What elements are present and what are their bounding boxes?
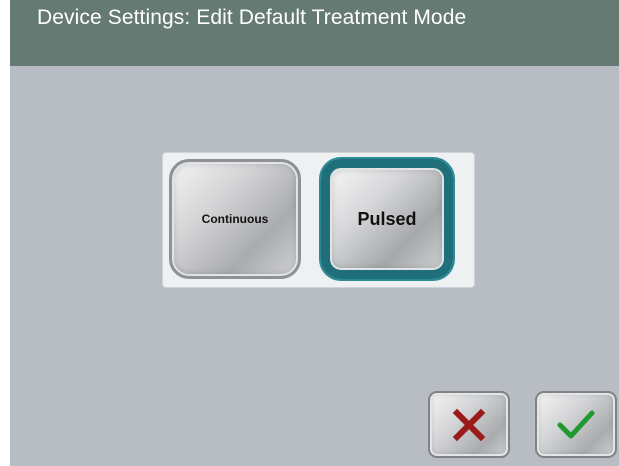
treatment-mode-selector: Continuous Pulsed xyxy=(162,152,475,288)
screen: Device Settings: Edit Default Treatment … xyxy=(10,0,619,466)
confirm-button[interactable] xyxy=(535,391,617,458)
checkmark-icon xyxy=(557,410,595,438)
continuous-mode-button[interactable]: Continuous xyxy=(169,159,301,279)
page-title: Device Settings: Edit Default Treatment … xyxy=(37,6,467,29)
continuous-mode-label: Continuous xyxy=(201,212,269,226)
x-icon xyxy=(452,408,486,441)
cancel-button[interactable] xyxy=(428,391,510,458)
title-bar: Device Settings: Edit Default Treatment … xyxy=(10,0,619,66)
pulsed-mode-label: Pulsed xyxy=(357,208,417,229)
pulsed-mode-button[interactable]: Pulsed xyxy=(321,159,453,279)
